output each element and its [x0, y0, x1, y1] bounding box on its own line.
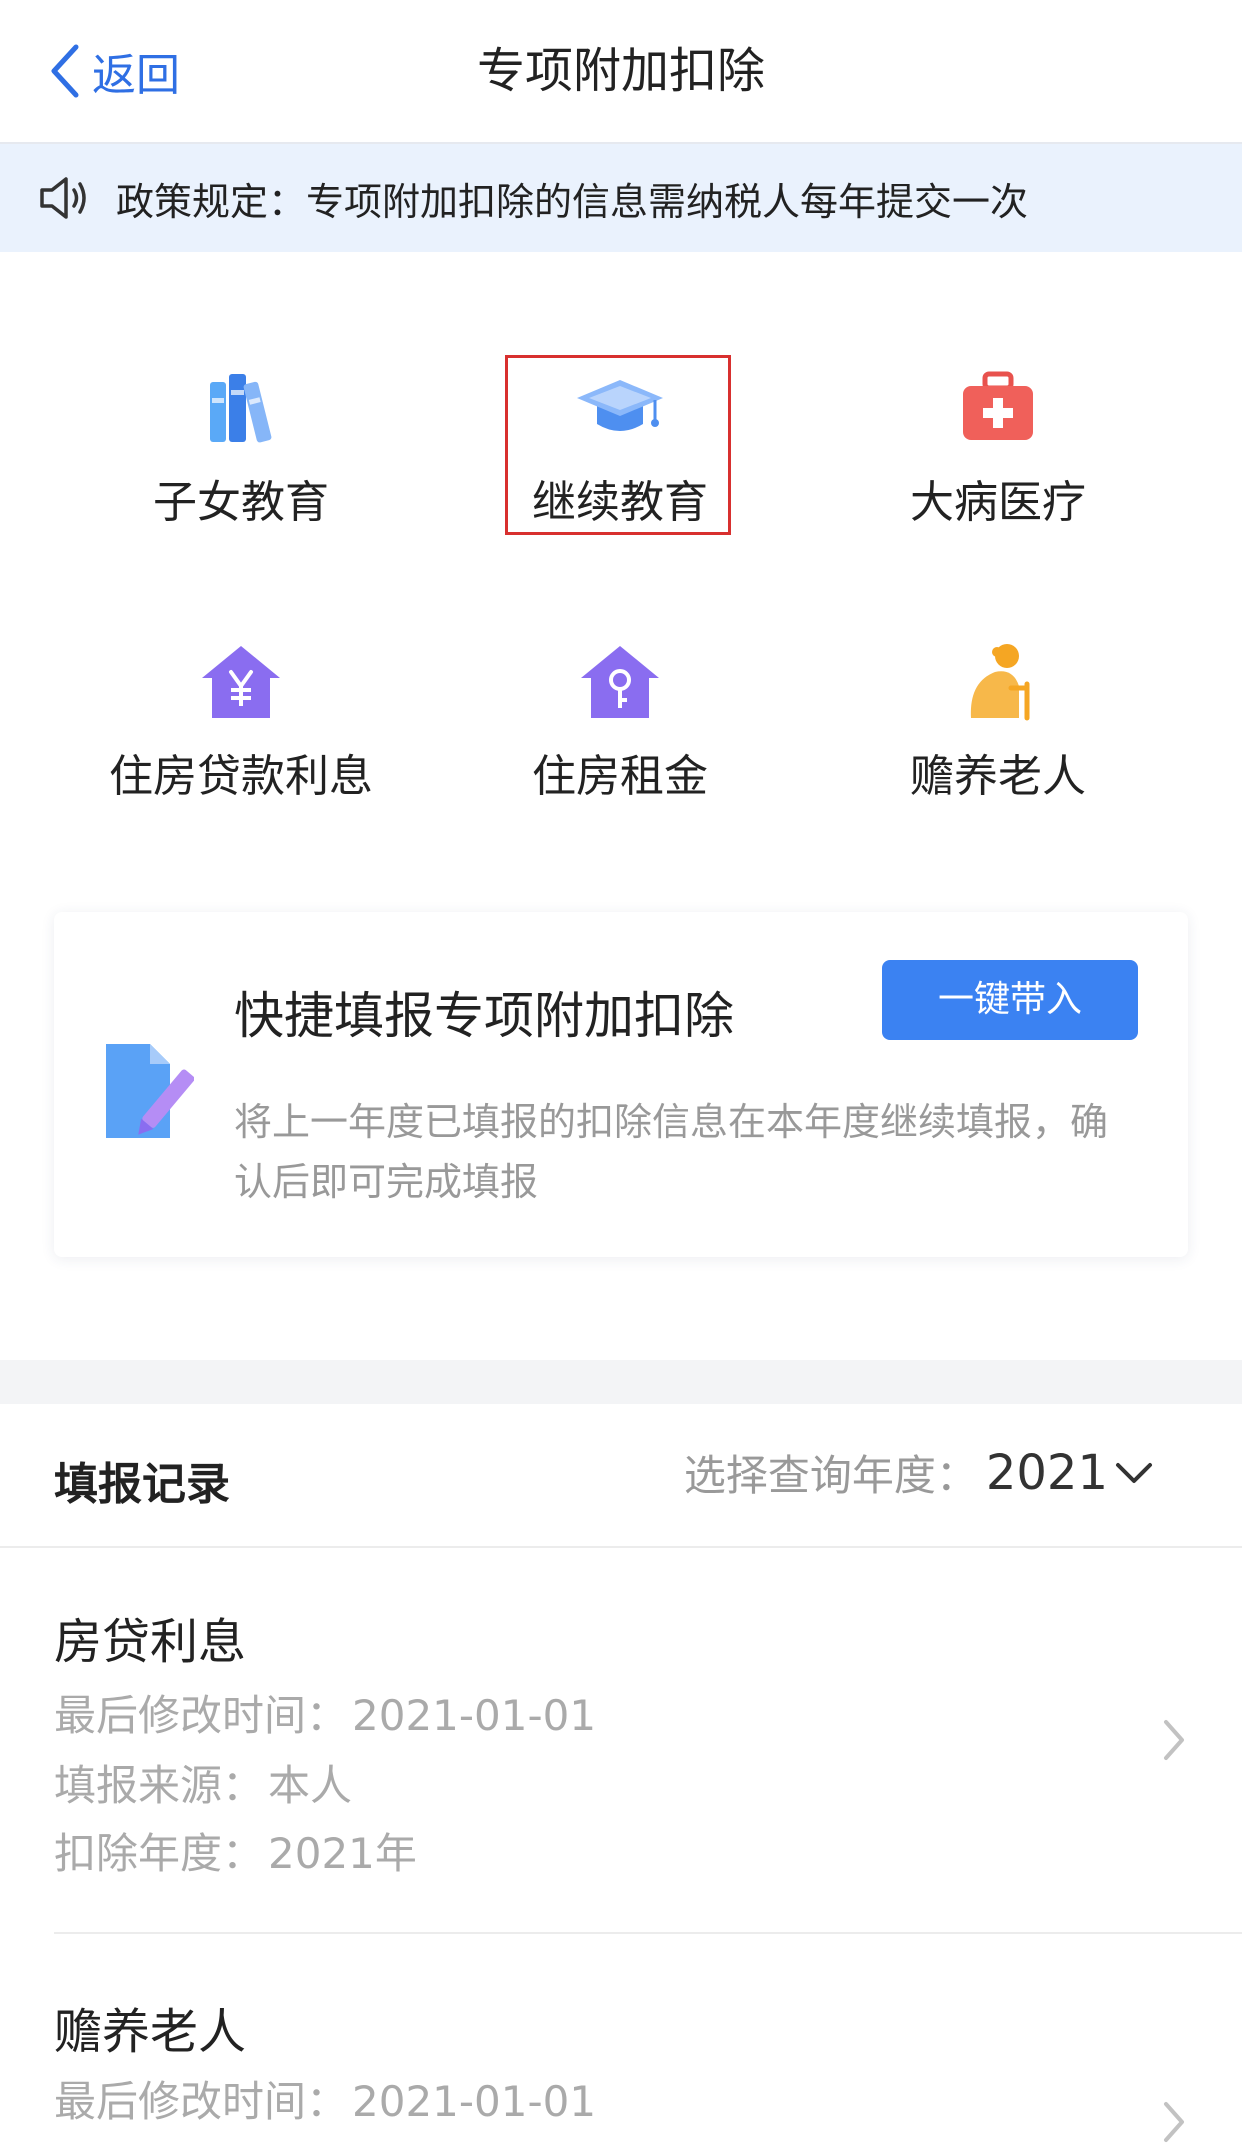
category-continuing-education[interactable]: 继续教育 — [470, 368, 770, 548]
elderly-person-icon — [970, 644, 1030, 721]
modified-label: 最后修改时间： — [54, 1691, 349, 1740]
section-divider — [0, 1360, 1242, 1404]
graduation-cap-icon — [577, 380, 663, 431]
category-housing-rent[interactable]: 住房租金 — [470, 642, 770, 822]
nav-bar: 返回 专项附加扣除 — [0, 0, 1242, 144]
policy-notice: 政策规定：专项附加扣除的信息需纳税人每年提交一次 — [0, 144, 1242, 252]
record-deduction-year: 扣除年度：2021年 — [54, 1820, 417, 1881]
category-label: 子女教育 — [153, 477, 329, 528]
record-name: 房贷利息 — [54, 1614, 247, 1670]
deduction-year-label: 扣除年度： — [54, 1829, 265, 1878]
category-serious-illness[interactable]: 大病医疗 — [848, 368, 1148, 548]
deduction-year-value: 2021年 — [268, 1829, 417, 1878]
year-selector-label: 选择查询年度： — [683, 1451, 978, 1500]
quick-fill-card: 快捷填报专项附加扣除 一键带入 将上一年度已填报的扣除信息在本年度继续填报，确认… — [54, 912, 1188, 1257]
house-key-icon — [581, 646, 659, 718]
record-source: 填报来源：本人 — [54, 1752, 352, 1813]
category-label: 继续教育 — [532, 477, 708, 528]
books-icon — [210, 374, 272, 443]
category-label: 住房租金 — [532, 751, 708, 802]
category-children-education[interactable]: 子女教育 — [91, 368, 391, 548]
quick-fill-title: 快捷填报专项附加扣除 — [234, 987, 734, 1045]
house-yuan-icon — [202, 646, 280, 718]
record-item[interactable]: 房贷利息 最后修改时间：2021-01-01 填报来源：本人 扣除年度：2021… — [0, 1548, 1242, 1932]
record-name: 赡养老人 — [54, 2004, 247, 2060]
chevron-right-icon — [1164, 2102, 1184, 2142]
category-housing-loan-interest[interactable]: 住房贷款利息 — [91, 642, 391, 822]
category-label: 赡养老人 — [910, 751, 1086, 802]
speaker-icon — [40, 177, 86, 219]
records-header: 填报记录 选择查询年度： 2021 — [0, 1404, 1242, 1548]
record-item[interactable]: 赡养老人 最后修改时间：2021-01-01 — [0, 1934, 1242, 2145]
one-click-import-button[interactable]: 一键带入 — [882, 960, 1138, 1040]
chevron-down-icon — [1116, 1462, 1152, 1483]
year-selector[interactable]: 选择查询年度： 2021 — [684, 1442, 1154, 1503]
source-value: 本人 — [268, 1761, 353, 1810]
category-label: 住房贷款利息 — [109, 751, 373, 802]
source-label: 填报来源： — [54, 1761, 265, 1810]
medical-kit-icon — [963, 371, 1033, 440]
document-edit-icon — [106, 1044, 194, 1138]
modified-value: 2021-01-01 — [352, 1691, 597, 1740]
modified-value: 2021-01-01 — [352, 2077, 597, 2126]
modified-label: 最后修改时间： — [54, 2077, 349, 2126]
chevron-right-icon — [1164, 1720, 1184, 1760]
year-selector-value: 2021 — [985, 1444, 1108, 1501]
record-modified-time: 最后修改时间：2021-01-01 — [54, 1682, 596, 1743]
page-title: 专项附加扣除 — [476, 43, 765, 99]
notice-text: 政策规定：专项附加扣除的信息需纳税人每年提交一次 — [116, 179, 1029, 224]
category-elderly-support[interactable]: 赡养老人 — [848, 642, 1148, 822]
records-title: 填报记录 — [54, 1459, 230, 1510]
record-modified-time: 最后修改时间：2021-01-01 — [54, 2068, 596, 2129]
category-label: 大病医疗 — [910, 477, 1086, 528]
quick-fill-description: 将上一年度已填报的扣除信息在本年度继续填报，确认后即可完成填报 — [234, 1100, 1109, 1204]
